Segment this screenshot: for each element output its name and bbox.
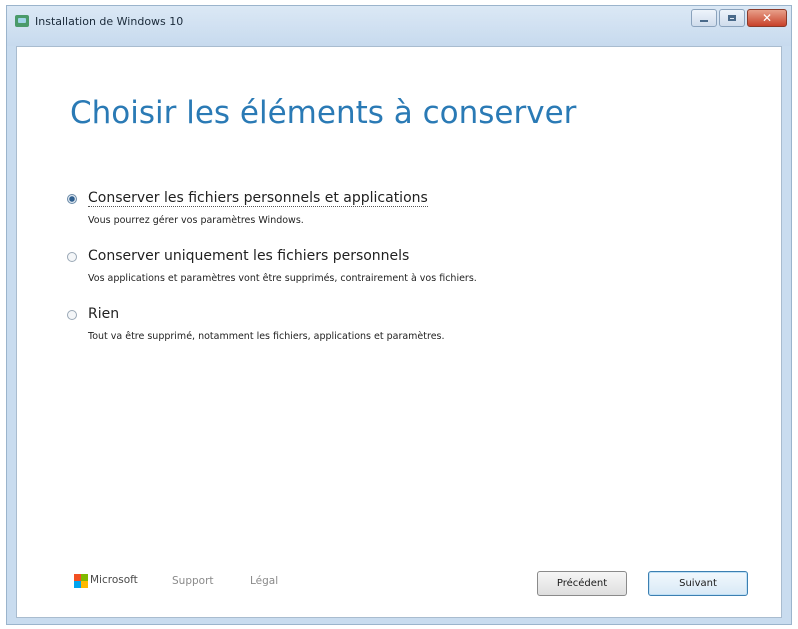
legal-link[interactable]: Légal	[250, 575, 278, 587]
option-label[interactable]: Rien	[88, 306, 119, 322]
maximize-icon[interactable]	[719, 9, 745, 27]
page-title: Choisir les éléments à conserver	[70, 95, 577, 131]
title-bar[interactable]: Installation de Windows 10 ✕	[7, 6, 791, 46]
option-description: Tout va être supprimé, notamment les fic…	[88, 331, 445, 342]
option-description: Vous pourrez gérer vos paramètres Window…	[88, 215, 304, 226]
option-label[interactable]: Conserver les fichiers personnels et app…	[88, 190, 428, 207]
setup-content: Choisir les éléments à conserver Conserv…	[16, 46, 782, 618]
radio-button-selected[interactable]	[67, 194, 77, 204]
next-button[interactable]: Suivant	[648, 571, 748, 596]
window-controls: ✕	[691, 9, 787, 27]
radio-button[interactable]	[67, 310, 77, 320]
windows-setup-icon	[15, 15, 29, 27]
setup-window: Installation de Windows 10 ✕ Choisir les…	[6, 5, 792, 625]
back-button[interactable]: Précédent	[537, 571, 627, 596]
option-label[interactable]: Conserver uniquement les fichiers person…	[88, 248, 409, 264]
window-title: Installation de Windows 10	[35, 15, 184, 28]
radio-button[interactable]	[67, 252, 77, 262]
microsoft-logo-icon	[74, 574, 88, 588]
minimize-icon[interactable]	[691, 9, 717, 27]
support-link[interactable]: Support	[172, 575, 214, 587]
close-icon[interactable]: ✕	[747, 9, 787, 27]
option-description: Vos applications et paramètres vont être…	[88, 273, 477, 284]
microsoft-brand: Microsoft	[90, 574, 138, 586]
